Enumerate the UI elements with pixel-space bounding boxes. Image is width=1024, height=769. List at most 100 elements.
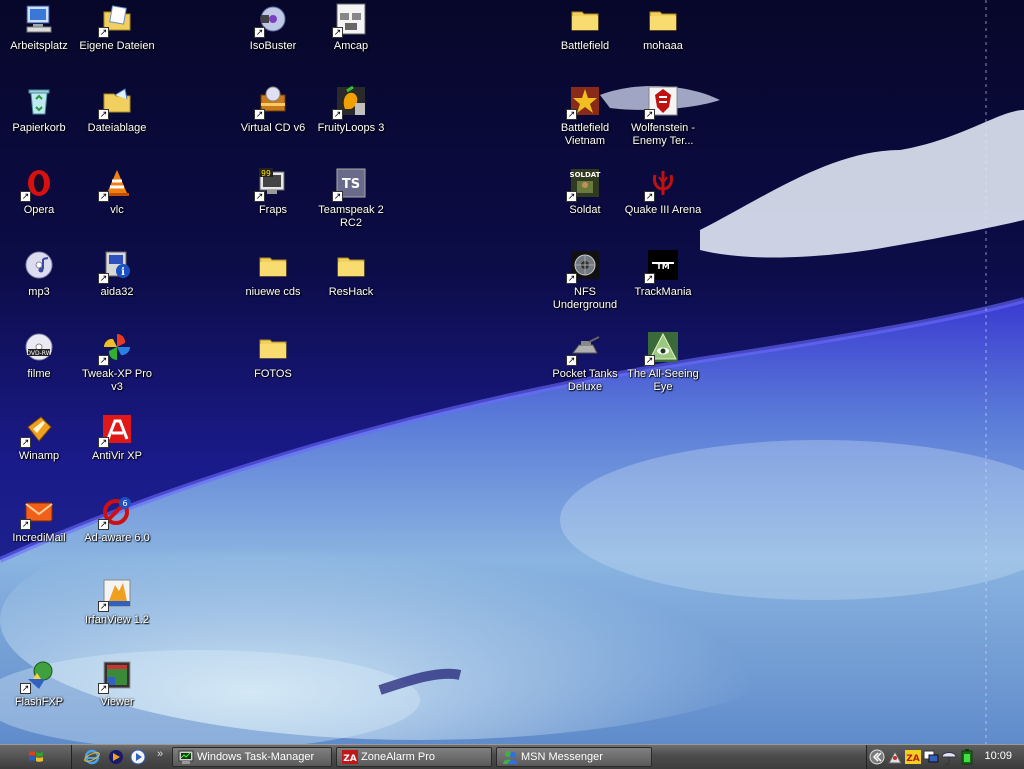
viewer-icon: ↗ bbox=[98, 658, 134, 694]
shortcut-arrow-icon: ↗ bbox=[254, 191, 265, 202]
task-button-msn-messenger[interactable]: MSN Messenger bbox=[496, 747, 652, 767]
desktop-icon-antivir[interactable]: ↗ AntiVir XP bbox=[78, 412, 156, 463]
all-seeing-eye-icon: ↗ bbox=[644, 330, 680, 366]
shortcut-arrow-icon: ↗ bbox=[566, 273, 577, 284]
desktop-icon-label: niuewe cds bbox=[245, 286, 301, 298]
incredimail-icon: ↗ bbox=[20, 494, 56, 530]
aida32-icon: i ↗ bbox=[98, 248, 134, 284]
desktop-icon-mp3[interactable]: mp3 bbox=[0, 248, 78, 299]
shortcut-arrow-icon: ↗ bbox=[332, 27, 343, 38]
desktop-icon-dateiablage[interactable]: ↗ Dateiablage bbox=[78, 84, 156, 135]
desktop-icon-winamp[interactable]: ↗ Winamp bbox=[0, 412, 78, 463]
media-player-icon[interactable] bbox=[130, 749, 146, 765]
irfanview-icon: ↗ bbox=[98, 576, 134, 612]
nfs-underground-icon: ↗ bbox=[566, 248, 602, 284]
ie-icon[interactable] bbox=[84, 749, 100, 765]
desktop-icon-label: aida32 bbox=[100, 286, 134, 298]
desktop-icon-amcap[interactable]: ↗ Amcap bbox=[312, 2, 390, 53]
desktop-icon-label: IncrediMail bbox=[12, 532, 66, 544]
desktop-icon-pocket-tanks[interactable]: ↗ Pocket Tanks Deluxe bbox=[546, 330, 624, 394]
battlefield-vietnam-icon: ↗ bbox=[566, 84, 602, 120]
desktop-icon-arbeitsplatz[interactable]: Arbeitsplatz bbox=[0, 2, 78, 53]
desktop-icon-fraps[interactable]: 99 ↗ Fraps bbox=[234, 166, 312, 217]
svg-text:TM: TM bbox=[656, 262, 669, 271]
vlc-cone-icon: ↗ bbox=[98, 166, 134, 202]
desktop-icon-battlefield[interactable]: Battlefield bbox=[546, 2, 624, 53]
network-icon[interactable] bbox=[887, 749, 903, 765]
system-tray: ZA 10:09 bbox=[866, 745, 1024, 769]
desktop-icon-niuewe-cds[interactable]: niuewe cds bbox=[234, 248, 312, 299]
desktop-icon-virtual-cd[interactable]: ↗ Virtual CD v6 bbox=[234, 84, 312, 135]
folder-icon bbox=[646, 2, 680, 36]
svg-text:DVD-RW: DVD-RW bbox=[26, 350, 51, 357]
shortcut-arrow-icon: ↗ bbox=[20, 191, 31, 202]
desktop-icon-isobuster[interactable]: ↗ IsoBuster bbox=[234, 2, 312, 53]
desktop-icon-nfs-underground[interactable]: ↗ NFS Underground bbox=[546, 248, 624, 312]
antivir-umbrella-icon[interactable] bbox=[941, 749, 957, 765]
desktop-icon-label: mp3 bbox=[28, 286, 50, 298]
desktop-icon-eigene-dateien[interactable]: ↗ Eigene Dateien bbox=[78, 2, 156, 53]
desktop-icon-papierkorb[interactable]: Papierkorb bbox=[0, 84, 78, 135]
desktop-icon-quake3[interactable]: ↗ Quake III Arena bbox=[624, 166, 702, 217]
my-computer-icon bbox=[22, 2, 56, 36]
desktop-icon-viewer[interactable]: ↗ Viewer bbox=[78, 658, 156, 709]
desktop-icon-label: The All-Seeing Eye bbox=[627, 368, 699, 393]
cd-audio-icon bbox=[22, 248, 56, 282]
shortcut-arrow-icon: ↗ bbox=[644, 355, 655, 366]
shortcut-arrow-icon: ↗ bbox=[332, 109, 343, 120]
opera-icon: ↗ bbox=[20, 166, 56, 202]
desktop-icon-label: Opera bbox=[23, 204, 55, 216]
desktop-icon-vlc[interactable]: ↗ vlc bbox=[78, 166, 156, 217]
desktop-icon-incredimail[interactable]: ↗ IncrediMail bbox=[0, 494, 78, 545]
desktop-icon-aida32[interactable]: i ↗ aida32 bbox=[78, 248, 156, 299]
task-button-zonealarm[interactable]: ZA ZoneAlarm Pro bbox=[336, 747, 492, 767]
quick-launch-overflow-icon[interactable]: » bbox=[157, 748, 163, 760]
desktop-icon-label: Tweak-XP Pro v3 bbox=[81, 368, 153, 393]
desktop-icon-reshack[interactable]: ResHack bbox=[312, 248, 390, 299]
desktop-icon-filme[interactable]: DVD-RW filme bbox=[0, 330, 78, 381]
desktop-icon-label: FruityLoops 3 bbox=[317, 122, 385, 134]
shortcut-arrow-icon: ↗ bbox=[98, 437, 109, 448]
shortcut-arrow-icon: ↗ bbox=[98, 273, 109, 284]
desktop-icon-tweak-xp[interactable]: ↗ Tweak-XP Pro v3 bbox=[78, 330, 156, 394]
desktop-icon-trackmania[interactable]: TM ↗ TrackMania bbox=[624, 248, 702, 299]
svg-text:6: 6 bbox=[122, 499, 127, 508]
desktop-icon-opera[interactable]: ↗ Opera bbox=[0, 166, 78, 217]
shortcut-arrow-icon: ↗ bbox=[20, 519, 31, 530]
real-player-icon[interactable] bbox=[108, 749, 124, 765]
shortcut-arrow-icon: ↗ bbox=[644, 191, 655, 202]
soldat-icon: SOLDAT ↗ bbox=[566, 166, 602, 202]
battery-icon[interactable] bbox=[959, 749, 975, 765]
clock[interactable]: 10:09 bbox=[984, 750, 1012, 762]
desktop-icon-battlefield-vietnam[interactable]: ↗ Battlefield Vietnam bbox=[546, 84, 624, 148]
desktop-icon-label: FOTOS bbox=[254, 368, 292, 380]
fraps-icon: 99 ↗ bbox=[254, 166, 290, 202]
desktop-icon-wolfenstein[interactable]: ↗ Wolfenstein - Enemy Ter... bbox=[624, 84, 702, 148]
desktop-icon-label: Ad-aware 6.0 bbox=[84, 532, 150, 544]
desktop-icon-fotos[interactable]: FOTOS bbox=[234, 330, 312, 381]
virtual-cd-icon: ↗ bbox=[254, 84, 290, 120]
desktop-icon-flashfxp[interactable]: ↗ FlashFXP bbox=[0, 658, 78, 709]
wolfenstein-icon: ↗ bbox=[644, 84, 680, 120]
expand-tray-icon[interactable] bbox=[869, 749, 885, 765]
desktop-icon-all-seeing-eye[interactable]: ↗ The All-Seeing Eye bbox=[624, 330, 702, 394]
desktop-icon-fruityloops[interactable]: ↗ FruityLoops 3 bbox=[312, 84, 390, 135]
windows-logo-icon bbox=[29, 751, 43, 762]
desktop-icon-soldat[interactable]: SOLDAT ↗ Soldat bbox=[546, 166, 624, 217]
display-icon[interactable] bbox=[923, 749, 939, 765]
desktop-icon-label: Pocket Tanks Deluxe bbox=[552, 368, 618, 393]
start-button[interactable] bbox=[0, 745, 72, 769]
folder-icon bbox=[568, 2, 602, 36]
desktop-icon-label: Papierkorb bbox=[12, 122, 66, 134]
winamp-icon: ↗ bbox=[20, 412, 56, 448]
task-button-task-manager[interactable]: Windows Task-Manager bbox=[172, 747, 332, 767]
desktop-icon-teamspeak[interactable]: TS ↗ Teamspeak 2 RC2 bbox=[312, 166, 390, 230]
desktop-icon-label: IrfanView 1.2 bbox=[84, 614, 149, 626]
shortcut-arrow-icon: ↗ bbox=[98, 27, 109, 38]
desktop-icon-mohaaa[interactable]: mohaaa bbox=[624, 2, 702, 53]
desktop-icon-irfanview[interactable]: ↗ IrfanView 1.2 bbox=[78, 576, 156, 627]
desktop-icon-label: IsoBuster bbox=[249, 40, 297, 52]
zonealarm-icon[interactable]: ZA bbox=[905, 749, 921, 765]
task-button-label: Windows Task-Manager bbox=[197, 751, 315, 763]
desktop-icon-adaware[interactable]: 6 ↗ Ad-aware 6.0 bbox=[78, 494, 156, 545]
